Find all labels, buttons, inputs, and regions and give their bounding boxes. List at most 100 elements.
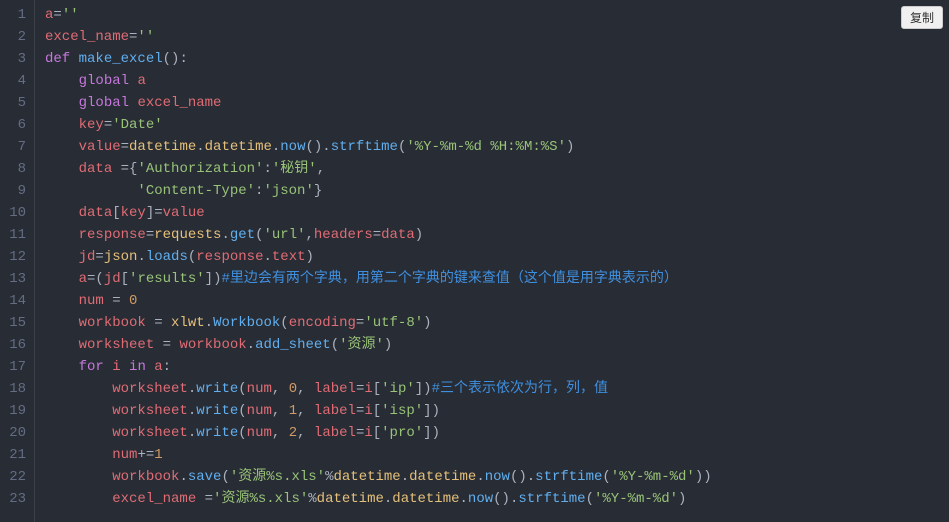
token-default: [ xyxy=(112,205,120,221)
token-string: '资源%s.xls' xyxy=(230,469,325,485)
token-keyword: def xyxy=(45,51,70,67)
code-line: def make_excel(): xyxy=(45,48,712,70)
token-comment: #里边会有两个字典，用第二个字典的键来查值（这个值是用字典表示的） xyxy=(221,271,677,287)
token-comment: #三个表示依次为行，列，值 xyxy=(432,381,608,397)
token-default: , xyxy=(306,227,314,243)
token-number: 1 xyxy=(289,403,297,419)
token-default: ) xyxy=(306,249,314,265)
token-var: a xyxy=(154,359,162,375)
token-var: excel_name xyxy=(112,491,196,507)
token-default: ( xyxy=(586,491,594,507)
code-line: data ={'Authorization':'秘钥', xyxy=(45,158,712,180)
line-number: 7 xyxy=(4,136,26,158)
token-string: 'isp' xyxy=(381,403,423,419)
token-string: '秘钥' xyxy=(272,161,317,177)
token-default: , xyxy=(272,403,289,419)
token-default: ) xyxy=(384,337,392,353)
token-default xyxy=(45,205,79,221)
token-default: . xyxy=(247,337,255,353)
line-number: 23 xyxy=(4,488,26,510)
token-default: (): xyxy=(163,51,188,67)
code-content: a=''excel_name=''def make_excel(): globa… xyxy=(35,0,712,522)
code-line: excel_name='' xyxy=(45,26,712,48)
token-default: . xyxy=(188,425,196,441)
token-default: ]= xyxy=(146,205,163,221)
token-default: (). xyxy=(306,139,331,155)
token-var: workbook xyxy=(79,315,146,331)
copy-button[interactable]: 复制 xyxy=(901,6,943,29)
line-number: 3 xyxy=(4,48,26,70)
token-default xyxy=(45,183,137,199)
token-default: ( xyxy=(238,403,246,419)
token-var: data xyxy=(381,227,415,243)
token-string: 'url' xyxy=(263,227,305,243)
token-prop: datetime xyxy=(205,139,272,155)
token-var: response xyxy=(196,249,263,265)
token-default xyxy=(45,271,79,287)
token-prop: json xyxy=(104,249,138,265)
token-var: i xyxy=(364,381,372,397)
token-string: 'ip' xyxy=(381,381,415,397)
token-default: ( xyxy=(602,469,610,485)
token-var: num xyxy=(247,403,272,419)
token-string: 'Content-Type' xyxy=(137,183,255,199)
token-default: = xyxy=(196,491,213,507)
token-func: save xyxy=(188,469,222,485)
token-var: response xyxy=(79,227,146,243)
token-var: worksheet xyxy=(112,403,188,419)
token-default: =( xyxy=(87,271,104,287)
line-number: 20 xyxy=(4,422,26,444)
token-default: ( xyxy=(238,425,246,441)
token-default: , xyxy=(272,425,289,441)
token-string: 'results' xyxy=(129,271,205,287)
token-var: worksheet xyxy=(79,337,155,353)
line-number: 9 xyxy=(4,180,26,202)
token-default xyxy=(45,381,112,397)
token-default: ]) xyxy=(415,381,432,397)
token-func: write xyxy=(196,381,238,397)
token-var: num xyxy=(247,381,272,397)
code-line: 'Content-Type':'json'} xyxy=(45,180,712,202)
token-default: : xyxy=(263,161,271,177)
line-number: 8 xyxy=(4,158,26,180)
token-string: '' xyxy=(137,29,154,45)
token-var: value xyxy=(79,139,121,155)
token-var: excel_name xyxy=(45,29,129,45)
token-var: jd xyxy=(104,271,121,287)
token-default xyxy=(104,359,112,375)
token-keyword: in xyxy=(129,359,146,375)
token-default: [ xyxy=(121,271,129,287)
token-string: '资源%s.xls' xyxy=(213,491,308,507)
token-default: (). xyxy=(493,491,518,507)
token-default xyxy=(45,337,79,353)
token-func: now xyxy=(468,491,493,507)
token-func: write xyxy=(196,425,238,441)
token-string: 'Date' xyxy=(112,117,162,133)
token-default: ) xyxy=(423,315,431,331)
token-default xyxy=(45,491,112,507)
token-prop: datetime xyxy=(317,491,384,507)
code-line: value=datetime.datetime.now().strftime('… xyxy=(45,136,712,158)
token-default: ( xyxy=(188,249,196,265)
code-line: worksheet.write(num, 1, label=i['isp']) xyxy=(45,400,712,422)
token-func: get xyxy=(230,227,255,243)
token-default: } xyxy=(314,183,322,199)
line-number: 16 xyxy=(4,334,26,356)
line-number: 10 xyxy=(4,202,26,224)
token-var: value xyxy=(163,205,205,221)
token-string: 'Authorization' xyxy=(137,161,263,177)
token-default: = xyxy=(121,139,129,155)
code-line: a=(jd['results'])#里边会有两个字典，用第二个字典的键来查值（这… xyxy=(45,268,712,290)
line-number: 5 xyxy=(4,92,26,114)
token-prop: datetime xyxy=(129,139,196,155)
code-line: num = 0 xyxy=(45,290,712,312)
token-default xyxy=(121,359,129,375)
token-default xyxy=(45,227,79,243)
token-prop: requests xyxy=(154,227,221,243)
token-default xyxy=(70,51,78,67)
token-default: , xyxy=(297,403,314,419)
token-default xyxy=(45,249,79,265)
token-default: ]) xyxy=(423,425,440,441)
token-number: 1 xyxy=(154,447,162,463)
token-default: [ xyxy=(373,425,381,441)
